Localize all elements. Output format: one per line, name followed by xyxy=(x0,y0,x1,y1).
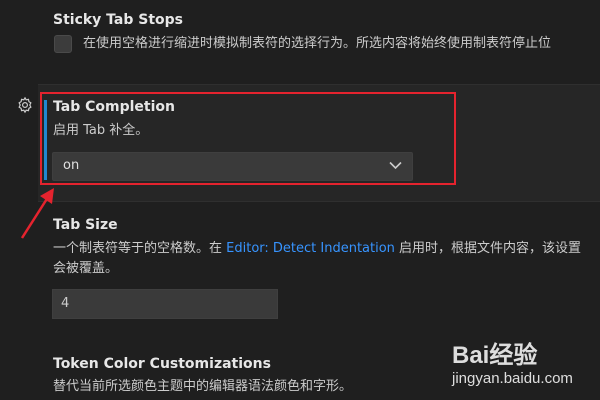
watermark-brand: Bai经验 xyxy=(452,342,538,369)
sticky-tab-stops-title: Sticky Tab Stops xyxy=(53,12,184,28)
watermark: Bai经验 jingyan.baidu.com xyxy=(452,335,573,387)
arrow-annotation xyxy=(20,188,54,239)
sticky-tab-stops-checkbox[interactable] xyxy=(54,35,72,53)
tab-size-desc-text-2: 启用时，根据文件内容，该设置 xyxy=(394,241,582,256)
tab-size-value: 4 xyxy=(61,296,70,311)
tab-size-description-line2: 会被覆盖。 xyxy=(53,261,119,276)
token-color-description: 替代当前所选颜色主题中的编辑器语法颜色和字形。 xyxy=(53,379,353,394)
gear-icon[interactable] xyxy=(16,96,34,114)
highlight-box xyxy=(40,92,456,185)
detect-indentation-link[interactable]: Editor: Detect Indentation xyxy=(226,241,395,256)
watermark-url: jingyan.baidu.com xyxy=(452,370,573,387)
sticky-tab-stops-description: 在使用空格进行缩进时模拟制表符的选择行为。所选内容将始终使用制表符停止位 xyxy=(83,36,552,51)
tab-size-input[interactable]: 4 xyxy=(52,289,278,319)
tab-size-description: 一个制表符等于的空格数。在 Editor: Detect Indentation… xyxy=(53,239,581,259)
tab-size-desc-text: 一个制表符等于的空格数。在 xyxy=(53,241,227,256)
tab-size-title: Tab Size xyxy=(53,217,118,233)
token-color-title: Token Color Customizations xyxy=(53,356,271,372)
